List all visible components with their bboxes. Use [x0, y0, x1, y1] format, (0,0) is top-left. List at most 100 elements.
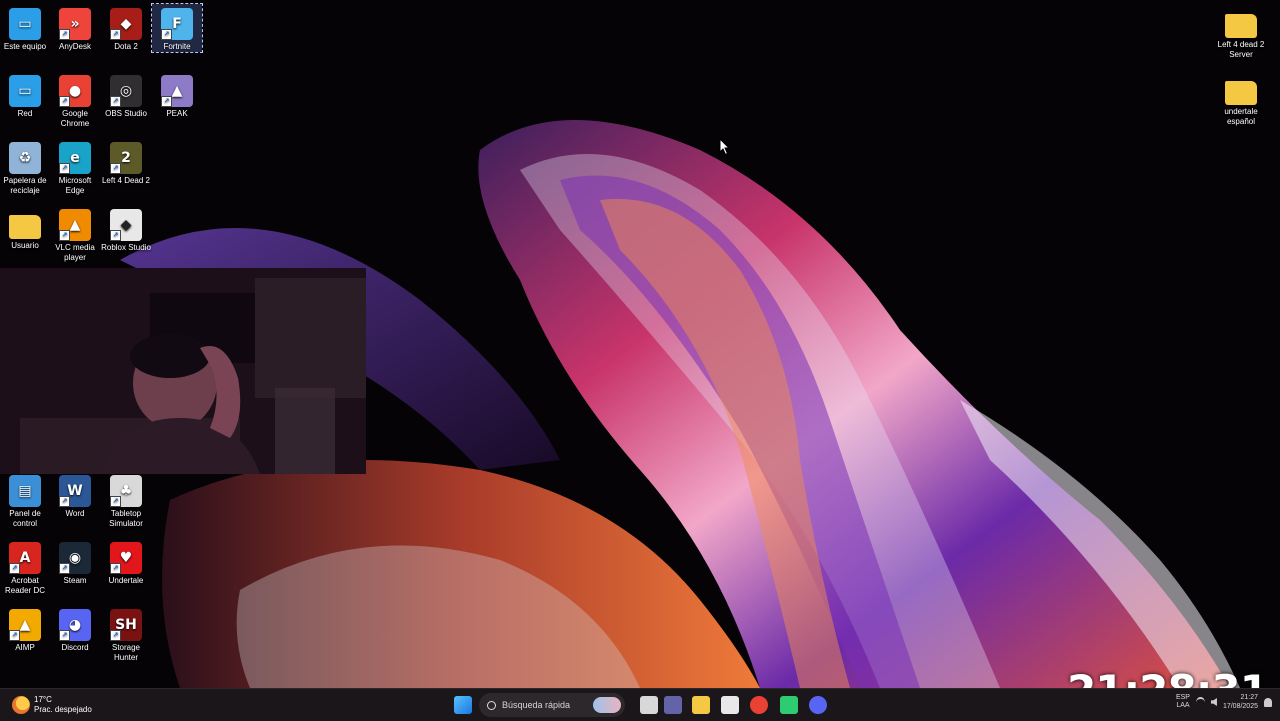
shortcut-arrow-icon: ↗: [110, 230, 121, 241]
roblox-icon: ◆ ↗: [110, 209, 142, 241]
desktop-icon-steam[interactable]: ◉ ↗ Steam: [50, 538, 100, 586]
desktop-icon-obs-studio[interactable]: ◎ ↗ OBS Studio: [101, 71, 151, 119]
anydesk-icon: » ↗: [59, 8, 91, 40]
search-icon: [487, 700, 496, 710]
desktop-icon-label: Este equipo: [3, 42, 47, 51]
desktop-icon-label: Google Chrome: [60, 109, 90, 128]
dota2-icon: ◆ ↗: [110, 8, 142, 40]
search-placeholder: Búsqueda rápida: [502, 700, 571, 710]
desktop-icon-storage-hunter[interactable]: SH ↗ Storage Hunter: [101, 605, 151, 663]
file-explorer-icon[interactable]: [692, 696, 710, 714]
desktop-icon-fortnite[interactable]: F ↗ Fortnite: [151, 3, 203, 53]
search-box[interactable]: Búsqueda rápida: [479, 693, 625, 717]
desktop-icon-label: Usuario: [11, 241, 39, 250]
desktop-icon-vlc-media-player[interactable]: ▲ ↗ VLC media player: [50, 205, 100, 263]
discord-icon[interactable]: [809, 696, 827, 714]
desktop-icon-panel-de-control[interactable]: ▤ Panel de control: [0, 471, 50, 529]
tabletop-icon: ♣ ↗: [110, 475, 142, 507]
desktop-icon-dota-2[interactable]: ◆ ↗ Dota 2: [101, 4, 151, 52]
desktop-icon-usuario[interactable]: Usuario: [0, 205, 50, 251]
task-view-icon[interactable]: [640, 696, 658, 714]
app-green-icon[interactable]: [780, 696, 798, 714]
monitor-icon: ▭: [9, 8, 41, 40]
desktop-icon-label: AIMP: [15, 643, 35, 652]
taskbar-clock[interactable]: 21:27 17/08/2025: [1223, 693, 1258, 711]
desktop-icon-label: Panel de control: [9, 509, 41, 528]
desktop-icon-left-4-dead-2[interactable]: 2 ↗ Left 4 Dead 2: [101, 138, 151, 186]
desktop-icon-aimp[interactable]: ▲ ↗ AIMP: [0, 605, 50, 653]
desktop-icon-label: Fortnite: [163, 42, 191, 51]
chrome-icon[interactable]: [750, 696, 768, 714]
steam-icon: ◉ ↗: [59, 542, 91, 574]
volume-icon[interactable]: [1210, 698, 1217, 706]
shortcut-arrow-icon: ↗: [9, 630, 20, 641]
desktop-icon-peak[interactable]: ▲ ↗ PEAK: [152, 71, 202, 119]
language-bottom: LAA: [1176, 702, 1190, 709]
desktop-icon-roblox-studio[interactable]: ◆ ↗ Roblox Studio: [101, 205, 151, 253]
shortcut-arrow-icon: ↗: [110, 163, 121, 174]
desktop-icon-microsoft-edge[interactable]: e ↗ Microsoft Edge: [50, 138, 100, 196]
shortcut-arrow-icon: ↗: [59, 563, 70, 574]
desktop-icon-word[interactable]: W ↗ Word: [50, 471, 100, 519]
search-highlight-icon: [593, 697, 621, 713]
start-icon[interactable]: [454, 696, 472, 714]
desktop-icon-red[interactable]: ▭ Red: [0, 71, 50, 119]
language-indicator[interactable]: ESP LAA: [1176, 694, 1190, 710]
edge-icon: e ↗: [59, 142, 91, 174]
weather-widget[interactable]: 17°C Prac. despejado: [12, 692, 92, 718]
desktop-icon-label: Roblox Studio: [101, 243, 151, 252]
desktop-icon-undertale[interactable]: ♥ ↗ Undertale: [101, 538, 151, 586]
desktop-icon-acrobat-reader-dc[interactable]: A ↗ Acrobat Reader DC: [0, 538, 50, 596]
desktop-icon-label: AnyDesk: [58, 42, 91, 51]
desktop-icon-label: Acrobat Reader DC: [4, 576, 45, 595]
desktop-icon-label: Microsoft Edge: [58, 176, 92, 195]
desktop-icon-google-chrome[interactable]: ● ↗ Google Chrome: [50, 71, 100, 129]
weather-description: Prac. despejado: [34, 705, 92, 714]
word-icon: W ↗: [59, 475, 91, 507]
desktop-icon-left-4-dead-2-server[interactable]: Left 4 dead 2 Server: [1216, 4, 1266, 60]
fortnite-icon: F ↗: [161, 8, 193, 40]
desktop-icon-label: Dota 2: [114, 42, 138, 51]
acrobat-icon: A ↗: [9, 542, 41, 574]
teams-icon[interactable]: [664, 696, 682, 714]
shortcut-arrow-icon: ↗: [59, 630, 70, 641]
wifi-icon[interactable]: [1195, 696, 1205, 708]
shortcut-arrow-icon: ↗: [110, 630, 121, 641]
desktop-icon-label: Steam: [63, 576, 87, 585]
webcam-overlay: [0, 268, 366, 474]
desktop-icon-label: OBS Studio: [105, 109, 147, 118]
desktop-icon-label: Discord: [61, 643, 89, 652]
shortcut-arrow-icon: ↗: [161, 29, 172, 40]
desktop-icon-label: Red: [17, 109, 33, 118]
desktop-icon-label: Tabletop Simulator: [109, 509, 143, 528]
desktop-icon-discord[interactable]: ◕ ↗ Discord: [50, 605, 100, 653]
desktop-icon-undertale-español[interactable]: undertale español: [1216, 71, 1266, 127]
desktop-icon-papelera-de-reciclaje[interactable]: ♻ Papelera de reciclaje: [0, 138, 50, 196]
aimp-icon: ▲ ↗: [9, 609, 41, 641]
network-icon: ▭: [9, 75, 41, 107]
shortcut-arrow-icon: ↗: [59, 96, 70, 107]
desktop-icon-este-equipo[interactable]: ▭ Este equipo: [0, 4, 50, 52]
taskbar: 17°C Prac. despejado Búsqueda rápida ESP…: [0, 688, 1280, 721]
notification-bell-icon[interactable]: [1264, 697, 1272, 707]
desktop-icon-anydesk[interactable]: » ↗ AnyDesk: [50, 4, 100, 52]
peak-icon: ▲ ↗: [161, 75, 193, 107]
desktop-icon-tabletop-simulator[interactable]: ♣ ↗ Tabletop Simulator: [101, 471, 151, 529]
shortcut-arrow-icon: ↗: [110, 496, 121, 507]
system-tray: ESP LAA 21:27 17/08/2025: [1176, 693, 1272, 711]
desktop-icon-label: undertale español: [1224, 107, 1258, 126]
discord-icon: ◕ ↗: [59, 609, 91, 641]
shortcut-arrow-icon: ↗: [110, 563, 121, 574]
shortcut-arrow-icon: ↗: [110, 96, 121, 107]
shortcut-arrow-icon: ↗: [110, 29, 121, 40]
folder-icon: [9, 215, 41, 239]
shortcut-arrow-icon: ↗: [59, 496, 70, 507]
store-icon[interactable]: [721, 696, 739, 714]
control-panel-icon: ▤: [9, 475, 41, 507]
desktop-icon-label: Word: [65, 509, 85, 518]
taskbar-time: 21:27: [1240, 694, 1258, 701]
desktop-icon-label: Left 4 Dead 2: [101, 176, 151, 185]
shortcut-arrow-icon: ↗: [59, 163, 70, 174]
vlc-icon: ▲ ↗: [59, 209, 91, 241]
folder-icon: [1225, 81, 1257, 105]
